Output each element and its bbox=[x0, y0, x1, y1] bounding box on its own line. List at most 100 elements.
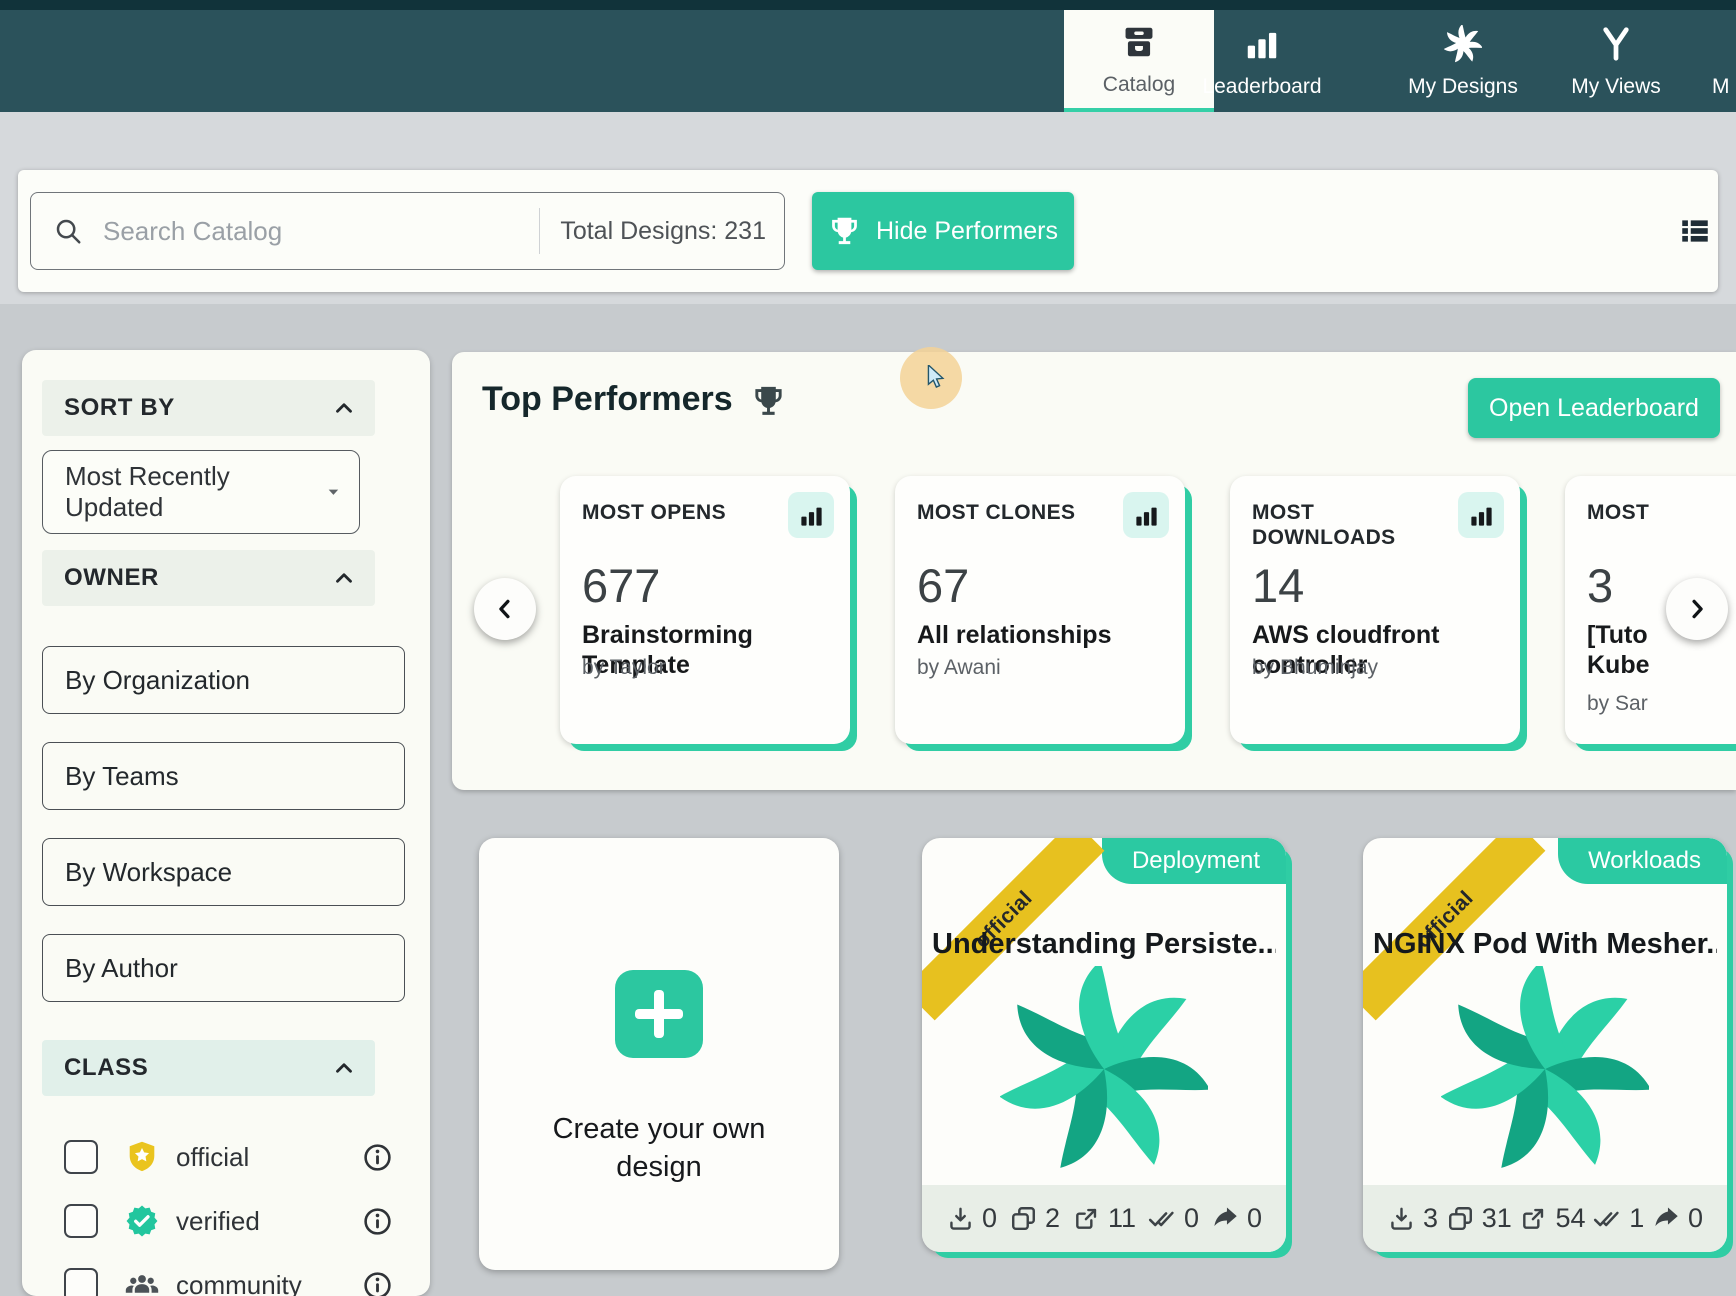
performer-category: MOST bbox=[1587, 500, 1649, 525]
carousel-prev-button[interactable] bbox=[474, 578, 536, 640]
views-y-icon bbox=[1596, 24, 1636, 64]
share-icon bbox=[1211, 1204, 1240, 1233]
info-icon[interactable] bbox=[362, 1206, 393, 1237]
tab-partial[interactable]: M bbox=[1712, 10, 1736, 112]
search-input[interactable] bbox=[101, 215, 539, 248]
hide-performers-label: Hide Performers bbox=[876, 217, 1058, 246]
performer-author: by Awani bbox=[917, 656, 1001, 680]
trophy-icon bbox=[751, 384, 786, 419]
carousel-next-button[interactable] bbox=[1666, 578, 1728, 640]
chart-icon bbox=[1458, 492, 1504, 538]
download-icon bbox=[946, 1204, 975, 1233]
tab-leaderboard[interactable]: Leaderboard bbox=[1190, 10, 1334, 112]
open-icon bbox=[1072, 1204, 1101, 1233]
class-label: CLASS bbox=[64, 1054, 148, 1082]
top-performers-panel: Top Performers Open Leaderboard MOST OPE… bbox=[452, 352, 1736, 790]
total-designs-label: Total Designs: 231 bbox=[560, 217, 766, 246]
done-all-icon bbox=[1593, 1204, 1622, 1233]
top-performers-title: Top Performers bbox=[482, 380, 733, 419]
design-card-understanding-persistent[interactable]: Deployment official Understanding Persis… bbox=[922, 838, 1286, 1252]
stat-shares: 0 bbox=[1652, 1203, 1703, 1234]
stat-deploys: 1 bbox=[1593, 1203, 1644, 1234]
chevron-up-icon bbox=[331, 395, 357, 421]
stat-downloads: 3 bbox=[1387, 1203, 1438, 1234]
design-stats-row: 0 2 11 0 0 bbox=[922, 1185, 1286, 1252]
owner-by-author-button[interactable]: By Author bbox=[42, 934, 405, 1002]
stat-deploys: 0 bbox=[1148, 1203, 1199, 1234]
sort-by-label: SORT BY bbox=[64, 394, 175, 422]
search-box[interactable]: Total Designs: 231 bbox=[30, 192, 785, 270]
owner-by-organization-button[interactable]: By Organization bbox=[42, 646, 405, 714]
performer-value: 67 bbox=[917, 558, 969, 613]
meshery-swirl-logo bbox=[1441, 966, 1649, 1172]
download-icon bbox=[1387, 1204, 1416, 1233]
stat-downloads: 0 bbox=[946, 1203, 997, 1234]
chevron-left-icon bbox=[491, 595, 519, 623]
design-title: NGINX Pod With Mesher... bbox=[1373, 928, 1717, 961]
info-icon[interactable] bbox=[362, 1142, 393, 1173]
performer-card-most-clones[interactable]: MOST CLONES 67 All relationships by Awan… bbox=[895, 476, 1185, 744]
performer-category: MOST CLONES bbox=[917, 500, 1075, 525]
open-leaderboard-button[interactable]: Open Leaderboard bbox=[1468, 378, 1720, 438]
design-card-nginx-pod[interactable]: Workloads official NGINX Pod With Mesher… bbox=[1363, 838, 1727, 1252]
info-icon[interactable] bbox=[362, 1270, 393, 1296]
tab-label: My Views bbox=[1571, 75, 1660, 99]
tab-my-designs[interactable]: My Designs bbox=[1393, 10, 1533, 112]
performer-design-name: [Tuto Kube bbox=[1587, 620, 1665, 680]
owner-by-workspace-button[interactable]: By Workspace bbox=[42, 838, 405, 906]
performer-category: MOST OPENS bbox=[582, 500, 726, 525]
performer-value: 14 bbox=[1252, 558, 1304, 613]
list-view-icon[interactable] bbox=[1678, 214, 1712, 248]
chevron-up-icon bbox=[331, 565, 357, 591]
performer-card-most-opens[interactable]: MOST OPENS 677 Brainstorming Template by… bbox=[560, 476, 850, 744]
shield-star-icon bbox=[124, 1139, 160, 1175]
meshery-swirl-icon bbox=[1443, 24, 1483, 64]
divider bbox=[539, 208, 540, 254]
hide-performers-button[interactable]: Hide Performers bbox=[812, 192, 1074, 270]
bar-chart-icon bbox=[1242, 24, 1282, 64]
stat-clones: 31 bbox=[1446, 1203, 1512, 1234]
clone-icon bbox=[1446, 1204, 1475, 1233]
owner-header[interactable]: OWNER bbox=[42, 550, 375, 606]
official-checkbox[interactable] bbox=[64, 1140, 98, 1174]
owner-by-teams-button[interactable]: By Teams bbox=[42, 742, 405, 810]
filter-sidebar: SORT BY Most Recently Updated OWNER By O… bbox=[22, 350, 430, 1296]
class-option-label: verified bbox=[176, 1206, 260, 1237]
class-header[interactable]: CLASS bbox=[42, 1040, 375, 1096]
type-badge: Deployment bbox=[1102, 838, 1286, 884]
class-option-label: official bbox=[176, 1142, 249, 1173]
performer-category: MOST DOWNLOADS bbox=[1252, 500, 1422, 550]
design-stats-row: 3 31 54 1 0 bbox=[1363, 1185, 1727, 1252]
performer-value: 677 bbox=[582, 558, 660, 613]
community-checkbox[interactable] bbox=[64, 1268, 98, 1296]
performer-author: by Taylor bbox=[582, 656, 666, 680]
search-icon bbox=[53, 216, 83, 246]
verified-badge-icon bbox=[124, 1203, 160, 1239]
create-design-card[interactable]: Create your own design bbox=[479, 838, 839, 1270]
type-badge: Workloads bbox=[1558, 838, 1727, 884]
chart-icon bbox=[788, 492, 834, 538]
done-all-icon bbox=[1148, 1204, 1177, 1233]
owner-label: OWNER bbox=[64, 564, 159, 592]
design-title: Understanding Persiste... bbox=[932, 928, 1276, 961]
verified-checkbox[interactable] bbox=[64, 1204, 98, 1238]
performer-card-most-downloads[interactable]: MOST DOWNLOADS 14 AWS cloudfront control… bbox=[1230, 476, 1520, 744]
tab-my-views[interactable]: My Views bbox=[1554, 10, 1678, 112]
toolbar: Total Designs: 231 Hide Performers bbox=[18, 170, 1718, 292]
plus-icon[interactable] bbox=[615, 970, 703, 1058]
catalog-archive-icon bbox=[1119, 22, 1159, 62]
sort-by-header[interactable]: SORT BY bbox=[42, 380, 375, 436]
class-row-verified: verified bbox=[42, 1192, 405, 1250]
performer-author: by Sar bbox=[1587, 692, 1648, 716]
stat-shares: 0 bbox=[1211, 1203, 1262, 1234]
performer-author: by Bhuminjay bbox=[1252, 656, 1378, 680]
sort-dropdown[interactable]: Most Recently Updated bbox=[42, 450, 360, 534]
performer-value: 3 bbox=[1587, 558, 1613, 613]
catalog-page: Catalog Leaderboard My Designs My Views … bbox=[0, 0, 1736, 1296]
sort-dropdown-value: Most Recently Updated bbox=[65, 461, 322, 523]
stat-opens: 54 bbox=[1519, 1203, 1585, 1234]
stat-clones: 2 bbox=[1009, 1203, 1060, 1234]
tab-label: Catalog bbox=[1103, 73, 1175, 97]
meshery-swirl-logo bbox=[1000, 966, 1208, 1172]
caret-down-icon bbox=[322, 480, 345, 504]
